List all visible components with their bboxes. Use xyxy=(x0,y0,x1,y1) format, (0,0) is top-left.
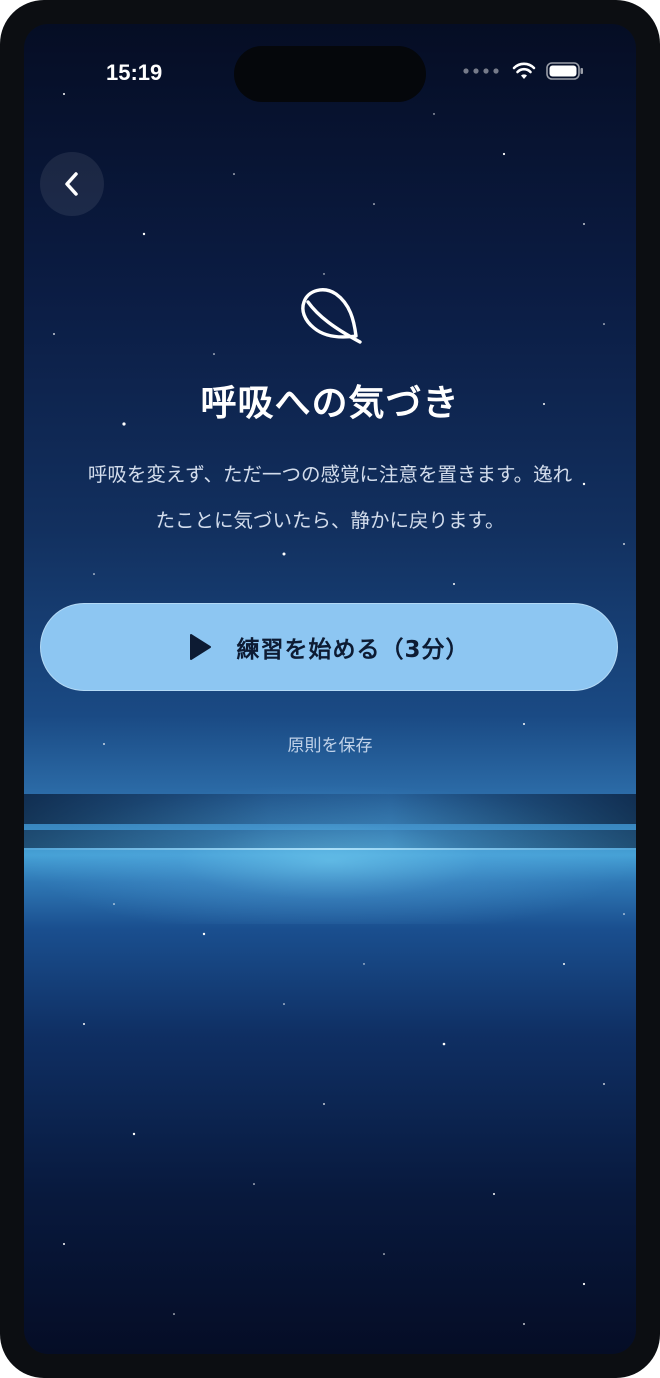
screen: 15:19 呼吸への気づき 呼吸を変えず、ただ一つの感覚に注意を置きます。逸れ … xyxy=(24,24,636,1354)
status-time: 15:19 xyxy=(106,60,163,85)
description: 呼吸を変えず、ただ一つの感覚に注意を置きます。逸れ たことに気づいたら、静かに戻… xyxy=(40,452,620,544)
start-practice-label: 練習を始める（3分） xyxy=(236,637,470,663)
leaf-icon xyxy=(301,288,362,344)
description-line: 呼吸を変えず、ただ一つの感覚に注意を置きます。逸れ xyxy=(87,463,573,486)
save-principle-link[interactable]: 原則を保存 xyxy=(24,731,636,756)
battery-icon xyxy=(546,62,583,80)
dynamic-island xyxy=(234,46,426,102)
cloud-band xyxy=(24,830,636,848)
play-icon xyxy=(190,634,212,660)
horizon-line xyxy=(24,848,636,850)
back-button[interactable] xyxy=(40,152,104,216)
start-practice-button[interactable]: 練習を始める（3分） xyxy=(40,603,618,691)
phone-frame: 15:19 呼吸への気づき 呼吸を変えず、ただ一つの感覚に注意を置きます。逸れ … xyxy=(0,0,660,1378)
cloud-band xyxy=(24,794,636,824)
page-title: 呼吸への気づき xyxy=(200,383,460,424)
description-line: たことに気づいたら、静かに戻ります。 xyxy=(155,509,505,532)
status-icons xyxy=(462,62,584,80)
signal-dots-icon xyxy=(463,68,499,74)
wifi-icon xyxy=(512,62,536,79)
chevron-left-icon xyxy=(65,172,78,196)
